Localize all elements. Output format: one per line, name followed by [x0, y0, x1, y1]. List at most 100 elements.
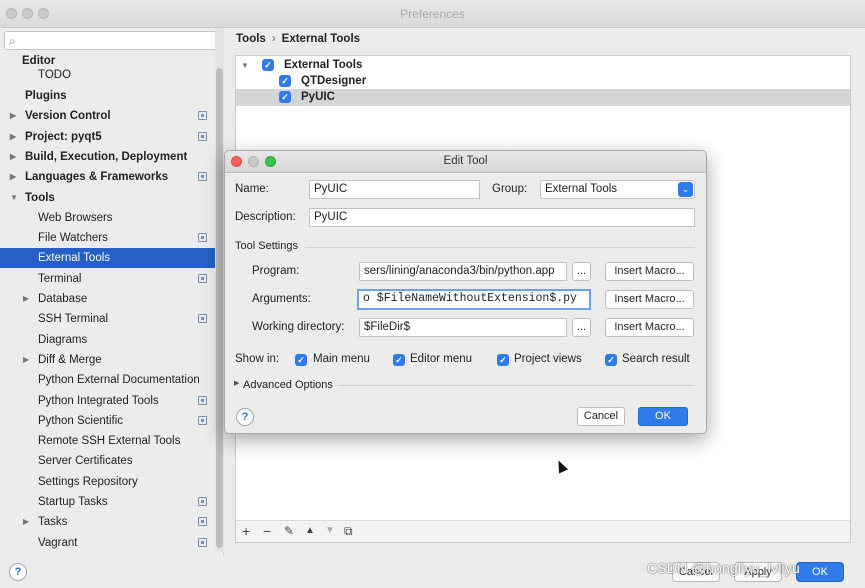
sidebar-item-label: Plugins [25, 90, 67, 102]
sidebar-item-tools[interactable]: ▼ Tools [0, 188, 215, 208]
project-settings-icon [198, 314, 207, 324]
sidebar-item-settings-repository[interactable]: Settings Repository [0, 472, 215, 492]
search-input[interactable]: ⌕ [4, 31, 219, 50]
tools-group-row[interactable]: ▼ ✓ External Tools [236, 57, 850, 74]
expand-arrow-icon[interactable]: ▶ [23, 350, 29, 370]
expand-arrow-icon[interactable]: ▶ [23, 512, 29, 532]
sidebar-item-build-execution-deployment[interactable]: ▶ Build, Execution, Deployment [0, 147, 215, 167]
window-title: Preferences [400, 7, 465, 21]
working-directory-label: Working directory: [252, 321, 345, 333]
sidebar-item-diff-merge[interactable]: ▶ Diff & Merge [0, 350, 215, 370]
ok-button[interactable]: OK [796, 562, 844, 582]
sidebar-item-todo[interactable]: TODO [0, 68, 215, 82]
remove-tool-button[interactable]: − [263, 523, 271, 539]
breadcrumb-tools[interactable]: Tools [236, 33, 266, 45]
sidebar-item-plugins[interactable]: Plugins [0, 86, 215, 106]
working-directory-browse-button[interactable]: ... [572, 318, 591, 337]
sidebar-item-external-tools[interactable]: External Tools [0, 248, 215, 269]
arguments-label: Arguments: [252, 293, 311, 305]
program-browse-button[interactable]: ... [572, 262, 591, 281]
name-label: Name: [235, 183, 269, 195]
dialog-cancel-button[interactable]: Cancel [577, 407, 625, 426]
window-titlebar: Preferences [0, 0, 865, 28]
sidebar-item-python-integrated-tools[interactable]: Python Integrated Tools [0, 391, 215, 411]
expand-arrow-icon[interactable]: ▶ [10, 106, 16, 126]
tool-checkbox[interactable]: ✓ [279, 91, 291, 103]
dialog-title: Edit Tool [443, 155, 488, 167]
working-directory-insert-macro-button[interactable]: Insert Macro... [605, 318, 694, 337]
sidebar-item-diagrams[interactable]: Diagrams [0, 330, 215, 350]
sidebar-scrollbar[interactable] [215, 28, 224, 552]
project-settings-icon [198, 233, 207, 243]
search-icon: ⌕ [9, 34, 16, 48]
sidebar-item-version-control[interactable]: ▶ Version Control [0, 106, 215, 126]
sidebar-item-project-pyqt5[interactable]: ▶ Project: pyqt5 [0, 127, 215, 147]
sidebar-item-label: Tasks [38, 516, 68, 529]
add-tool-button[interactable]: + [242, 523, 250, 539]
dialog-titlebar: Edit Tool [225, 151, 706, 173]
sidebar-scrollbar-thumb[interactable] [216, 68, 223, 548]
expand-arrow-icon[interactable]: ▶ [23, 289, 29, 309]
tools-group-checkbox[interactable]: ✓ [262, 59, 274, 71]
help-button[interactable]: ? [9, 563, 27, 581]
sidebar-item-label: Python Integrated Tools [38, 394, 159, 407]
sidebar-item-editor[interactable]: Editor [0, 54, 215, 68]
sidebar-item-label: Server Certificates [38, 455, 133, 468]
sidebar-item-remote-ssh-external-tools[interactable]: Remote SSH External Tools [0, 431, 215, 451]
project-settings-icon [198, 395, 207, 405]
tool-checkbox[interactable]: ✓ [279, 75, 291, 87]
sidebar-item-ssh-terminal[interactable]: SSH Terminal [0, 309, 215, 329]
expand-arrow-icon[interactable]: ▶ [234, 379, 239, 387]
sidebar-item-web-browsers[interactable]: Web Browsers [0, 208, 215, 228]
tools-group-label: External Tools [284, 59, 363, 71]
sidebar-item-languages-frameworks[interactable]: ▶ Languages & Frameworks [0, 167, 215, 187]
dialog-ok-button[interactable]: OK [638, 407, 688, 426]
arguments-insert-macro-button[interactable]: Insert Macro... [605, 290, 694, 309]
search-result-checkbox[interactable]: ✓ [605, 354, 617, 366]
project-views-checkbox[interactable]: ✓ [497, 354, 509, 366]
tool-row-qtdesigner[interactable]: ✓ QTDesigner [236, 73, 850, 90]
sidebar-item-server-certificates[interactable]: Server Certificates [0, 451, 215, 471]
sidebar-item-terminal[interactable]: Terminal [0, 269, 215, 289]
arguments-input[interactable]: o $FileNameWithoutExtension$.py [357, 289, 591, 310]
sidebar-item-label: Web Browsers [38, 211, 113, 224]
expand-arrow-icon[interactable]: ▶ [10, 167, 16, 187]
breadcrumb-external-tools: External Tools [281, 33, 361, 45]
sidebar-item-file-watchers[interactable]: File Watchers [0, 228, 215, 248]
dialog-help-button[interactable]: ? [236, 408, 254, 426]
tool-label: QTDesigner [301, 75, 367, 87]
sidebar-item-database[interactable]: ▶ Database [0, 289, 215, 309]
sidebar-item-label: TODO [38, 69, 72, 81]
sidebar-item-python-external-documentation[interactable]: Python External Documentation [0, 370, 215, 390]
move-up-button[interactable]: ▲ [305, 525, 315, 536]
breadcrumb: Tools › External Tools [236, 33, 360, 45]
program-insert-macro-button[interactable]: Insert Macro... [605, 262, 694, 281]
move-down-button[interactable]: ▼ [325, 525, 335, 536]
project-settings-icon [198, 273, 207, 283]
sidebar-item-startup-tasks[interactable]: Startup Tasks [0, 492, 215, 512]
expand-arrow-icon[interactable]: ▼ [241, 57, 249, 74]
edit-tool-button[interactable]: ✎ [284, 524, 294, 538]
description-input[interactable]: PyUIC [309, 208, 695, 227]
collapse-arrow-icon[interactable]: ▼ [10, 188, 18, 208]
sidebar-item-label: External Tools [38, 252, 111, 265]
group-select[interactable]: External Tools ⌄ [540, 180, 695, 199]
sidebar-item-python-scientific[interactable]: Python Scientific [0, 411, 215, 431]
editor-menu-checkbox[interactable]: ✓ [393, 354, 405, 366]
advanced-options-toggle[interactable]: Advanced Options [243, 379, 333, 391]
group-select-value: External Tools [545, 183, 618, 195]
project-views-label: Project views [514, 353, 582, 365]
working-directory-input[interactable]: $FileDir$ [359, 318, 567, 337]
name-input[interactable]: PyUIC [309, 180, 480, 199]
sidebar-item-vagrant[interactable]: Vagrant [0, 533, 215, 553]
breadcrumb-separator: › [271, 33, 276, 45]
sidebar-item-tasks[interactable]: ▶ Tasks [0, 512, 215, 532]
tool-settings-label: Tool Settings [235, 240, 298, 252]
main-menu-checkbox[interactable]: ✓ [295, 354, 307, 366]
project-settings-icon [198, 131, 207, 141]
copy-tool-button[interactable]: ⧉ [344, 524, 353, 539]
expand-arrow-icon[interactable]: ▶ [10, 147, 16, 167]
expand-arrow-icon[interactable]: ▶ [10, 127, 16, 147]
tool-row-pyuic[interactable]: ✓ PyUIC [236, 89, 850, 106]
program-input[interactable]: sers/lining/anaconda3/bin/python.app [359, 262, 567, 281]
